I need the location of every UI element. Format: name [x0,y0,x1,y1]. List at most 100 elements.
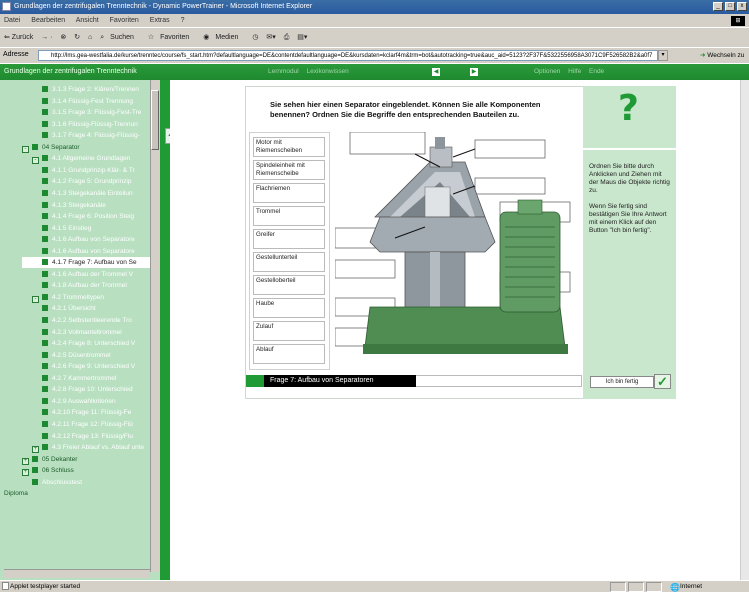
module-square-icon [42,86,48,92]
sidebar-item[interactable]: - 4.1 Allgemeine Grundlagen [0,153,150,165]
sidebar-item[interactable]: 4.1.3 Steigekanäle Einteilun [0,188,150,199]
menu-extras[interactable]: Extras [150,17,170,24]
sidebar-item[interactable]: - 4.2 Trommeltypen [0,292,150,303]
sidebar-item[interactable]: 4.2.6 Frage 9: Unterschied V [0,361,150,372]
mail-icon[interactable]: ✉▾ [266,34,275,41]
draggable-label[interactable]: Spindeleinheit mit Riemenscheibe [253,160,325,180]
sidebar-item[interactable]: 4.2.11 Frage 12: Flüssig-Flü [0,419,150,430]
sidebar-item[interactable]: 4.2.12 Frage 13: Flüssig/Flu [0,431,150,442]
sidebar-item[interactable]: 4.1.1 Grundprinzip Klär- & Tr [0,165,150,176]
done-button[interactable]: Ich bin fertig [590,376,654,388]
sidebar-item[interactable]: 3.1.6 Flüssig-Flüssig-Trennun [0,119,150,130]
sidebar-item[interactable]: +05 Dekanter [0,454,150,465]
help-text: Ordnen Sie bitte durch Anklicken und Zie… [589,163,671,243]
minimize-button[interactable]: _ [713,2,723,11]
sidebar-item[interactable]: 4.2.1 Übersicht [0,303,150,314]
collapse-icon[interactable]: - [22,145,29,153]
draggable-label[interactable]: Gestelloberteil [253,275,325,295]
status-cell [610,582,626,592]
draggable-label[interactable]: Ablauf [253,344,325,364]
media-button[interactable]: ◉ Medien [203,34,244,41]
nav-links-left[interactable]: Lernmodul Lexikonwissen [268,64,349,80]
collapse-icon[interactable]: - [32,157,39,165]
sidebar-item[interactable]: 3.1.3 Frage 2: Klären/Trennen [0,84,150,95]
draggable-label[interactable]: Motor mit Riemenscheiben [253,137,325,157]
prev-page-button[interactable]: ◀ [432,68,440,76]
sidebar-item[interactable]: 4.1.8 Aufbau der Trommel [0,280,150,291]
sidebar-item[interactable]: 4.2.9 Auswahlkriterien [0,396,150,407]
menu-bearbeiten[interactable]: Bearbeiten [31,17,65,24]
draggable-label[interactable]: Flachriemen [253,183,325,203]
favorites-button[interactable]: ☆ Favoriten [148,34,195,41]
sidebar-item-label: 4.2.11 Frage 12: Flüssig-Flü [52,420,133,428]
module-square-icon [42,351,48,358]
sidebar-item-label: 3.1.3 Frage 2: Klären/Trennen [52,86,139,93]
sidebar-item[interactable]: Diploma [0,488,150,499]
print-icon[interactable]: ⎙ [284,34,290,41]
sidebar-item-label: 4.2.8 Frage 10: Unterschied [52,386,133,394]
sidebar-item[interactable]: 3.1.5 Frage 3: Flüssig-Fest-Tre [0,107,150,118]
sidebar-item[interactable]: 4.2.7 Kammertrommel [0,373,150,384]
go-button[interactable]: ➜ Wechseln zu [700,50,746,61]
sidebar-item[interactable]: 4.1.3 Steigekanäle [0,200,150,211]
home-icon[interactable]: ⌂ [88,34,92,41]
sidebar-item[interactable]: - 04 Separator [0,142,150,153]
sidebar-item[interactable]: 4.2.4 Frage 8: Unterschied V [0,338,150,349]
windows-logo-icon: ⊞ [731,16,745,26]
draggable-label[interactable]: Trommel [253,206,325,226]
separator-illustration [335,132,571,354]
collapse-icon[interactable]: - [32,295,39,303]
module-square-icon [42,155,48,162]
sidebar-item[interactable]: 4.2.2 Selbstentleerende Tro [0,315,150,326]
refresh-icon[interactable]: ↻ [74,34,80,41]
draggable-label[interactable]: Zulauf [253,321,325,341]
sidebar-item[interactable]: 4.1.4 Frage 6: Position Steig [0,211,150,222]
sidebar-item[interactable]: Abschlusstest [0,477,150,488]
sidebar-scroll-thumb[interactable] [151,90,159,150]
menu-datei[interactable]: Datei [4,17,20,24]
sidebar-item[interactable]: 4.2.10 Frage 11: Flüssig-Fe [0,407,150,418]
expand-icon[interactable]: + [22,469,29,477]
draggable-label[interactable]: Haube [253,298,325,318]
sidebar-item-label: 4.1.6 Aufbau von Separatore [52,236,135,244]
sidebar-item[interactable]: 3.1.7 Frage 4: Flüssig-Flüssig- [0,130,150,141]
checkmark-icon[interactable]: ✓ [654,374,671,389]
nav-links-right[interactable]: Optionen Hilfe Ende [534,64,604,80]
expand-icon[interactable]: + [22,457,29,465]
sidebar-item[interactable]: 4.2.8 Frage 10: Unterschied [0,384,150,395]
sidebar-horizontal-scrollbar[interactable] [4,569,150,578]
help-instruction: Ordnen Sie bitte durch Anklicken und Zie… [589,163,670,194]
menu-help[interactable]: ? [181,17,185,24]
module-square-icon [42,328,48,335]
draggable-label[interactable]: Gestellunterteil [253,252,325,272]
menu-favoriten[interactable]: Favoriten [110,17,139,24]
draggable-label[interactable]: Greifer [253,229,325,249]
sidebar-item[interactable]: +4.3 Freier Ablauf vs. Ablauf unte [0,442,150,454]
question-text: Sie sehen hier einen Separator eingeblen… [270,100,541,119]
sidebar-item[interactable]: 4.1.5 Einstieg [0,223,150,234]
sidebar-item[interactable]: 4.2.3 Vollmanteltrommel [0,327,150,338]
sidebar-item[interactable]: 4.1.6 Aufbau von Separatore [0,234,150,245]
sidebar-item[interactable]: 4.2.5 Düsentrommel [0,350,150,361]
stop-icon[interactable]: ⊗ [60,34,66,41]
main-scrollbar[interactable] [740,80,749,580]
sidebar-scrollbar[interactable] [150,80,159,572]
sidebar-item[interactable]: 3.1.4 Flüssig-Fest Trennung [0,96,150,107]
search-button[interactable]: ⌕ Suchen [100,34,140,41]
next-page-button[interactable]: ▶ [470,68,478,76]
back-button[interactable]: ⇐ Zurück [4,34,33,41]
close-button[interactable]: x [737,2,747,11]
forward-button[interactable]: → · [41,34,52,41]
history-icon[interactable]: ◷ [252,34,258,41]
address-dropdown-icon[interactable]: ▾ [658,50,668,61]
sidebar-item[interactable]: 4.1.2 Frage 5: Grundprinzip [0,176,150,187]
sidebar-item[interactable]: 4.1.7 Frage 7: Aufbau von Se [22,257,150,269]
sidebar-item[interactable]: 4.1.6 Aufbau von Separatore [0,246,150,257]
menu-ansicht[interactable]: Ansicht [76,17,99,24]
expand-icon[interactable]: + [32,446,39,454]
sidebar-item[interactable]: +06 Schluss [0,465,150,477]
address-input[interactable]: http://lms.gea-westfalia.de/kurse/trennt… [38,50,658,61]
maximize-button[interactable]: □ [725,2,735,11]
edit-icon[interactable]: ▤▾ [297,34,307,41]
sidebar-item[interactable]: 4.1.6 Aufbau der Trommel V [0,269,150,280]
